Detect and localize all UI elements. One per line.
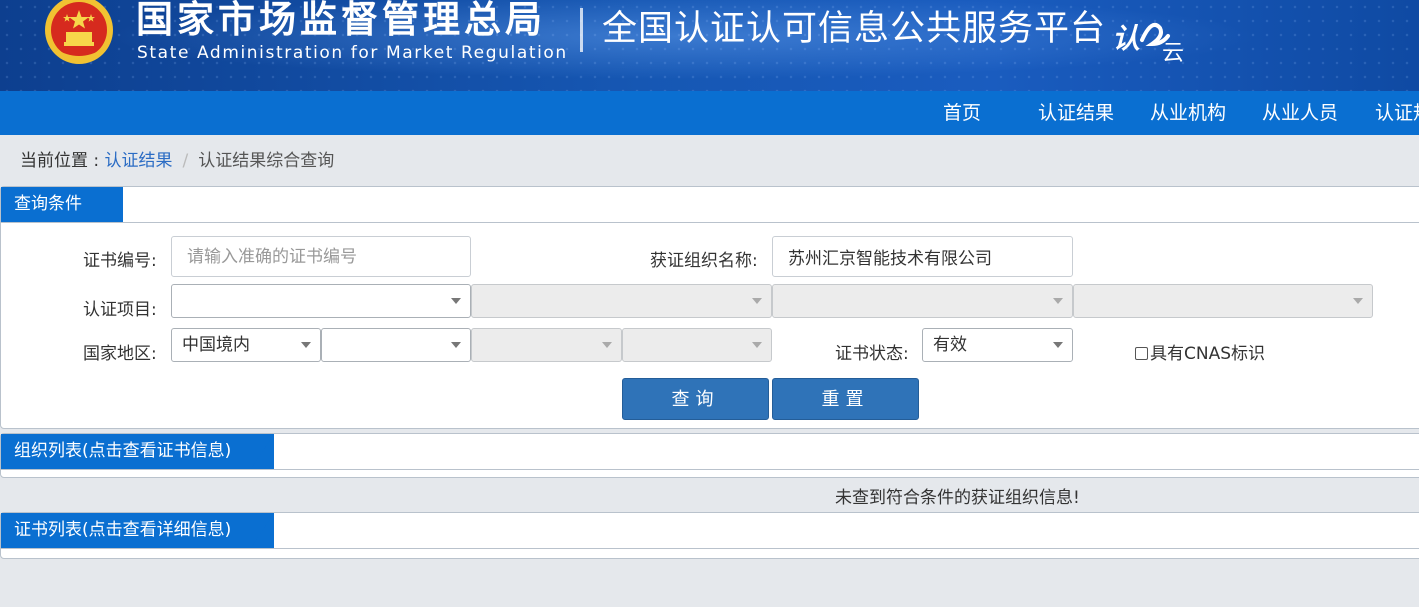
breadcrumb-prefix: 当前位置 : (20, 151, 105, 171)
project-select-2[interactable] (471, 284, 772, 318)
cert-no-input[interactable] (171, 236, 471, 277)
chevron-down-icon (301, 342, 311, 348)
org-list-tag: 组织列表(点击查看证书信息) (1, 434, 274, 469)
checkbox-icon[interactable] (1135, 347, 1148, 360)
org-name-input[interactable] (772, 236, 1073, 277)
cert-no-label: 证书编号: (83, 251, 157, 271)
cloud-logo-text: 认 (1112, 22, 1140, 55)
chevron-down-icon (602, 342, 612, 348)
site-banner: 国家市场监督管理总局 State Administration for Mark… (0, 0, 1419, 91)
reset-button[interactable]: 重置 (772, 378, 919, 420)
national-emblem-icon (45, 0, 113, 64)
region-select-4[interactable] (622, 328, 772, 362)
org-name-en: State Administration for Market Regulati… (137, 43, 568, 63)
project-select-1[interactable] (171, 284, 471, 318)
svg-text:云: 云 (1162, 41, 1184, 62)
main-nav: 首页 认证结果 从业机构 从业人员 认证规 (0, 91, 1419, 135)
project-select-3[interactable] (772, 284, 1073, 318)
org-list-title: 组织列表(点击查看证书信息) (14, 441, 232, 461)
region-select-1[interactable]: 中国境内 (171, 328, 321, 362)
platform-title: 全国认证认可信息公共服务平台 (602, 9, 1107, 49)
cnas-checkbox[interactable]: 具有CNAS标识 (1135, 339, 1265, 364)
status-label: 证书状态: (835, 344, 909, 364)
org-list-header: 组织列表(点击查看证书信息) (1, 434, 1419, 470)
cert-list-tag: 证书列表(点击查看详细信息) (1, 513, 274, 548)
nav-item-cert-rules[interactable]: 认证规 (1375, 91, 1419, 135)
chevron-down-icon (451, 342, 461, 348)
cert-list-title: 证书列表(点击查看详细信息) (14, 520, 232, 540)
breadcrumb-current: 认证结果综合查询 (198, 151, 335, 171)
query-section-tag: 查询条件 (1, 187, 123, 222)
nav-item-cert-results[interactable]: 认证结果 (1038, 91, 1114, 135)
chevron-down-icon (451, 298, 461, 304)
cloud-logo: 认 云 (1112, 22, 1184, 62)
org-name-label: 获证组织名称: (650, 251, 758, 271)
search-button[interactable]: 查询 (622, 378, 769, 420)
chevron-down-icon (752, 342, 762, 348)
org-list-panel: 组织列表(点击查看证书信息) (0, 433, 1419, 478)
nav-item-institutions[interactable]: 从业机构 (1150, 91, 1226, 135)
chevron-down-icon (752, 298, 762, 304)
nav-item-home[interactable]: 首页 (943, 91, 981, 135)
status-select[interactable]: 有效 (922, 328, 1073, 362)
region-select-3[interactable] (471, 328, 622, 362)
breadcrumb: 当前位置 : 认证结果 / 认证结果综合查询 (20, 146, 334, 171)
org-name-cn: 国家市场监督管理总局 (136, 0, 546, 41)
chevron-down-icon (1053, 342, 1063, 348)
cert-list-panel: 证书列表(点击查看详细信息) (0, 512, 1419, 559)
chevron-down-icon (1353, 298, 1363, 304)
header-divider (580, 8, 583, 52)
chevron-down-icon (1053, 298, 1063, 304)
breadcrumb-separator: / (182, 151, 189, 171)
region-select-2[interactable] (321, 328, 471, 362)
org-list-empty-message: 未查到符合条件的获证组织信息! (835, 488, 1080, 508)
cnas-label: 具有CNAS标识 (1150, 344, 1266, 364)
region-label: 国家地区: (83, 344, 157, 364)
project-label: 认证项目: (83, 300, 157, 320)
project-select-4[interactable] (1073, 284, 1373, 318)
breadcrumb-link-cert-results[interactable]: 认证结果 (105, 151, 173, 171)
query-panel-header: 查询条件 (1, 187, 1419, 223)
nav-item-personnel[interactable]: 从业人员 (1262, 91, 1338, 135)
cert-list-header: 证书列表(点击查看详细信息) (1, 513, 1419, 549)
query-section-title: 查询条件 (14, 194, 82, 214)
